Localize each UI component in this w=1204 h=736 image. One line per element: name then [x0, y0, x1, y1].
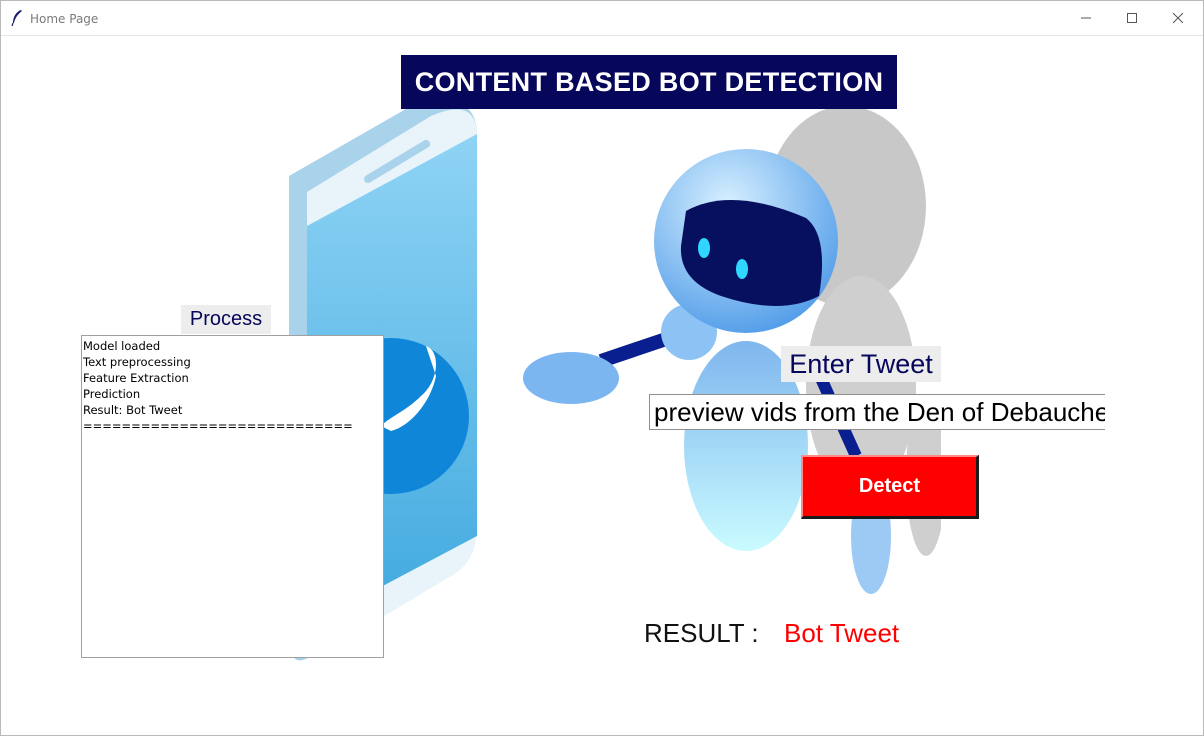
tweet-input[interactable]: [649, 394, 1105, 430]
log-line: ============================: [83, 419, 353, 433]
log-line: Feature Extraction: [83, 371, 189, 385]
main-canvas: CONTENT BASED BOT DETECTION Process Mode…: [1, 36, 1203, 735]
process-label: Process: [181, 305, 271, 334]
maximize-icon: [1127, 13, 1137, 23]
page-title-banner: CONTENT BASED BOT DETECTION: [401, 55, 897, 109]
minimize-button[interactable]: [1063, 1, 1109, 35]
result-label: RESULT :: [644, 618, 759, 648]
close-icon: [1173, 13, 1183, 23]
detect-button[interactable]: Detect: [801, 455, 979, 519]
minimize-icon: [1081, 17, 1091, 19]
log-line: Prediction: [83, 387, 141, 401]
log-line: Result: Bot Tweet: [83, 403, 183, 417]
feather-icon: [11, 10, 22, 27]
close-button[interactable]: [1155, 1, 1201, 35]
result-value: Bot Tweet: [784, 618, 900, 648]
window-title: Home Page: [30, 12, 99, 26]
process-log-textbox[interactable]: Model loaded Text preprocessing Feature …: [81, 335, 384, 658]
log-line: Text preprocessing: [83, 355, 191, 369]
maximize-button[interactable]: [1109, 1, 1155, 35]
app-window: Home Page CONTENT BASED BOT DETECTION Pr…: [0, 0, 1204, 736]
enter-tweet-label: Enter Tweet: [781, 346, 941, 382]
log-line: Model loaded: [83, 339, 161, 353]
title-bar: Home Page: [1, 1, 1203, 36]
